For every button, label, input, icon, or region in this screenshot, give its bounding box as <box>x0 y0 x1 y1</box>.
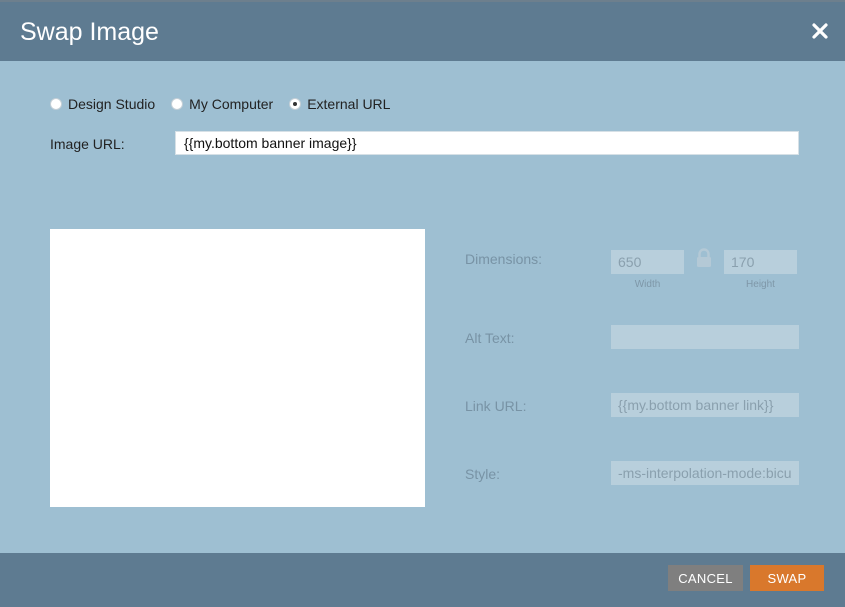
image-url-label: Image URL: <box>50 136 125 152</box>
image-source-options: Design Studio My Computer External URL <box>50 93 406 115</box>
radio-button-icon[interactable] <box>171 98 184 110</box>
radio-design-studio[interactable]: Design Studio <box>50 96 155 112</box>
dialog-title: Swap Image <box>20 18 159 46</box>
radio-button-checked-icon[interactable] <box>289 98 302 110</box>
height-caption: Height <box>746 279 775 290</box>
radio-my-computer[interactable]: My Computer <box>171 96 273 112</box>
swap-image-dialog: Swap Image Design Studio My Computer Ext… <box>0 0 845 607</box>
height-input[interactable] <box>724 250 797 274</box>
dialog-header: Swap Image <box>0 2 845 61</box>
dialog-footer: CANCEL SWAP <box>0 553 845 607</box>
close-icon[interactable] <box>811 22 829 40</box>
width-input[interactable] <box>611 250 684 274</box>
image-url-input[interactable] <box>175 131 799 155</box>
radio-label: External URL <box>307 96 391 112</box>
lock-icon[interactable] <box>695 248 713 268</box>
swap-button[interactable]: SWAP <box>750 565 824 591</box>
radio-label: My Computer <box>189 96 274 112</box>
alt-text-input[interactable] <box>611 325 799 349</box>
radio-label: Design Studio <box>68 96 156 112</box>
link-url-label: Link URL: <box>465 398 527 414</box>
style-input[interactable] <box>611 461 799 485</box>
radio-button-icon[interactable] <box>50 98 62 110</box>
dimensions-label: Dimensions: <box>465 251 543 267</box>
alt-text-label: Alt Text: <box>465 330 515 346</box>
link-url-input[interactable] <box>611 393 799 417</box>
radio-external-url[interactable]: External URL <box>289 96 390 112</box>
cancel-button[interactable]: CANCEL <box>668 565 743 591</box>
width-caption: Width <box>634 279 661 290</box>
style-label: Style: <box>465 466 501 482</box>
image-preview <box>50 229 425 507</box>
